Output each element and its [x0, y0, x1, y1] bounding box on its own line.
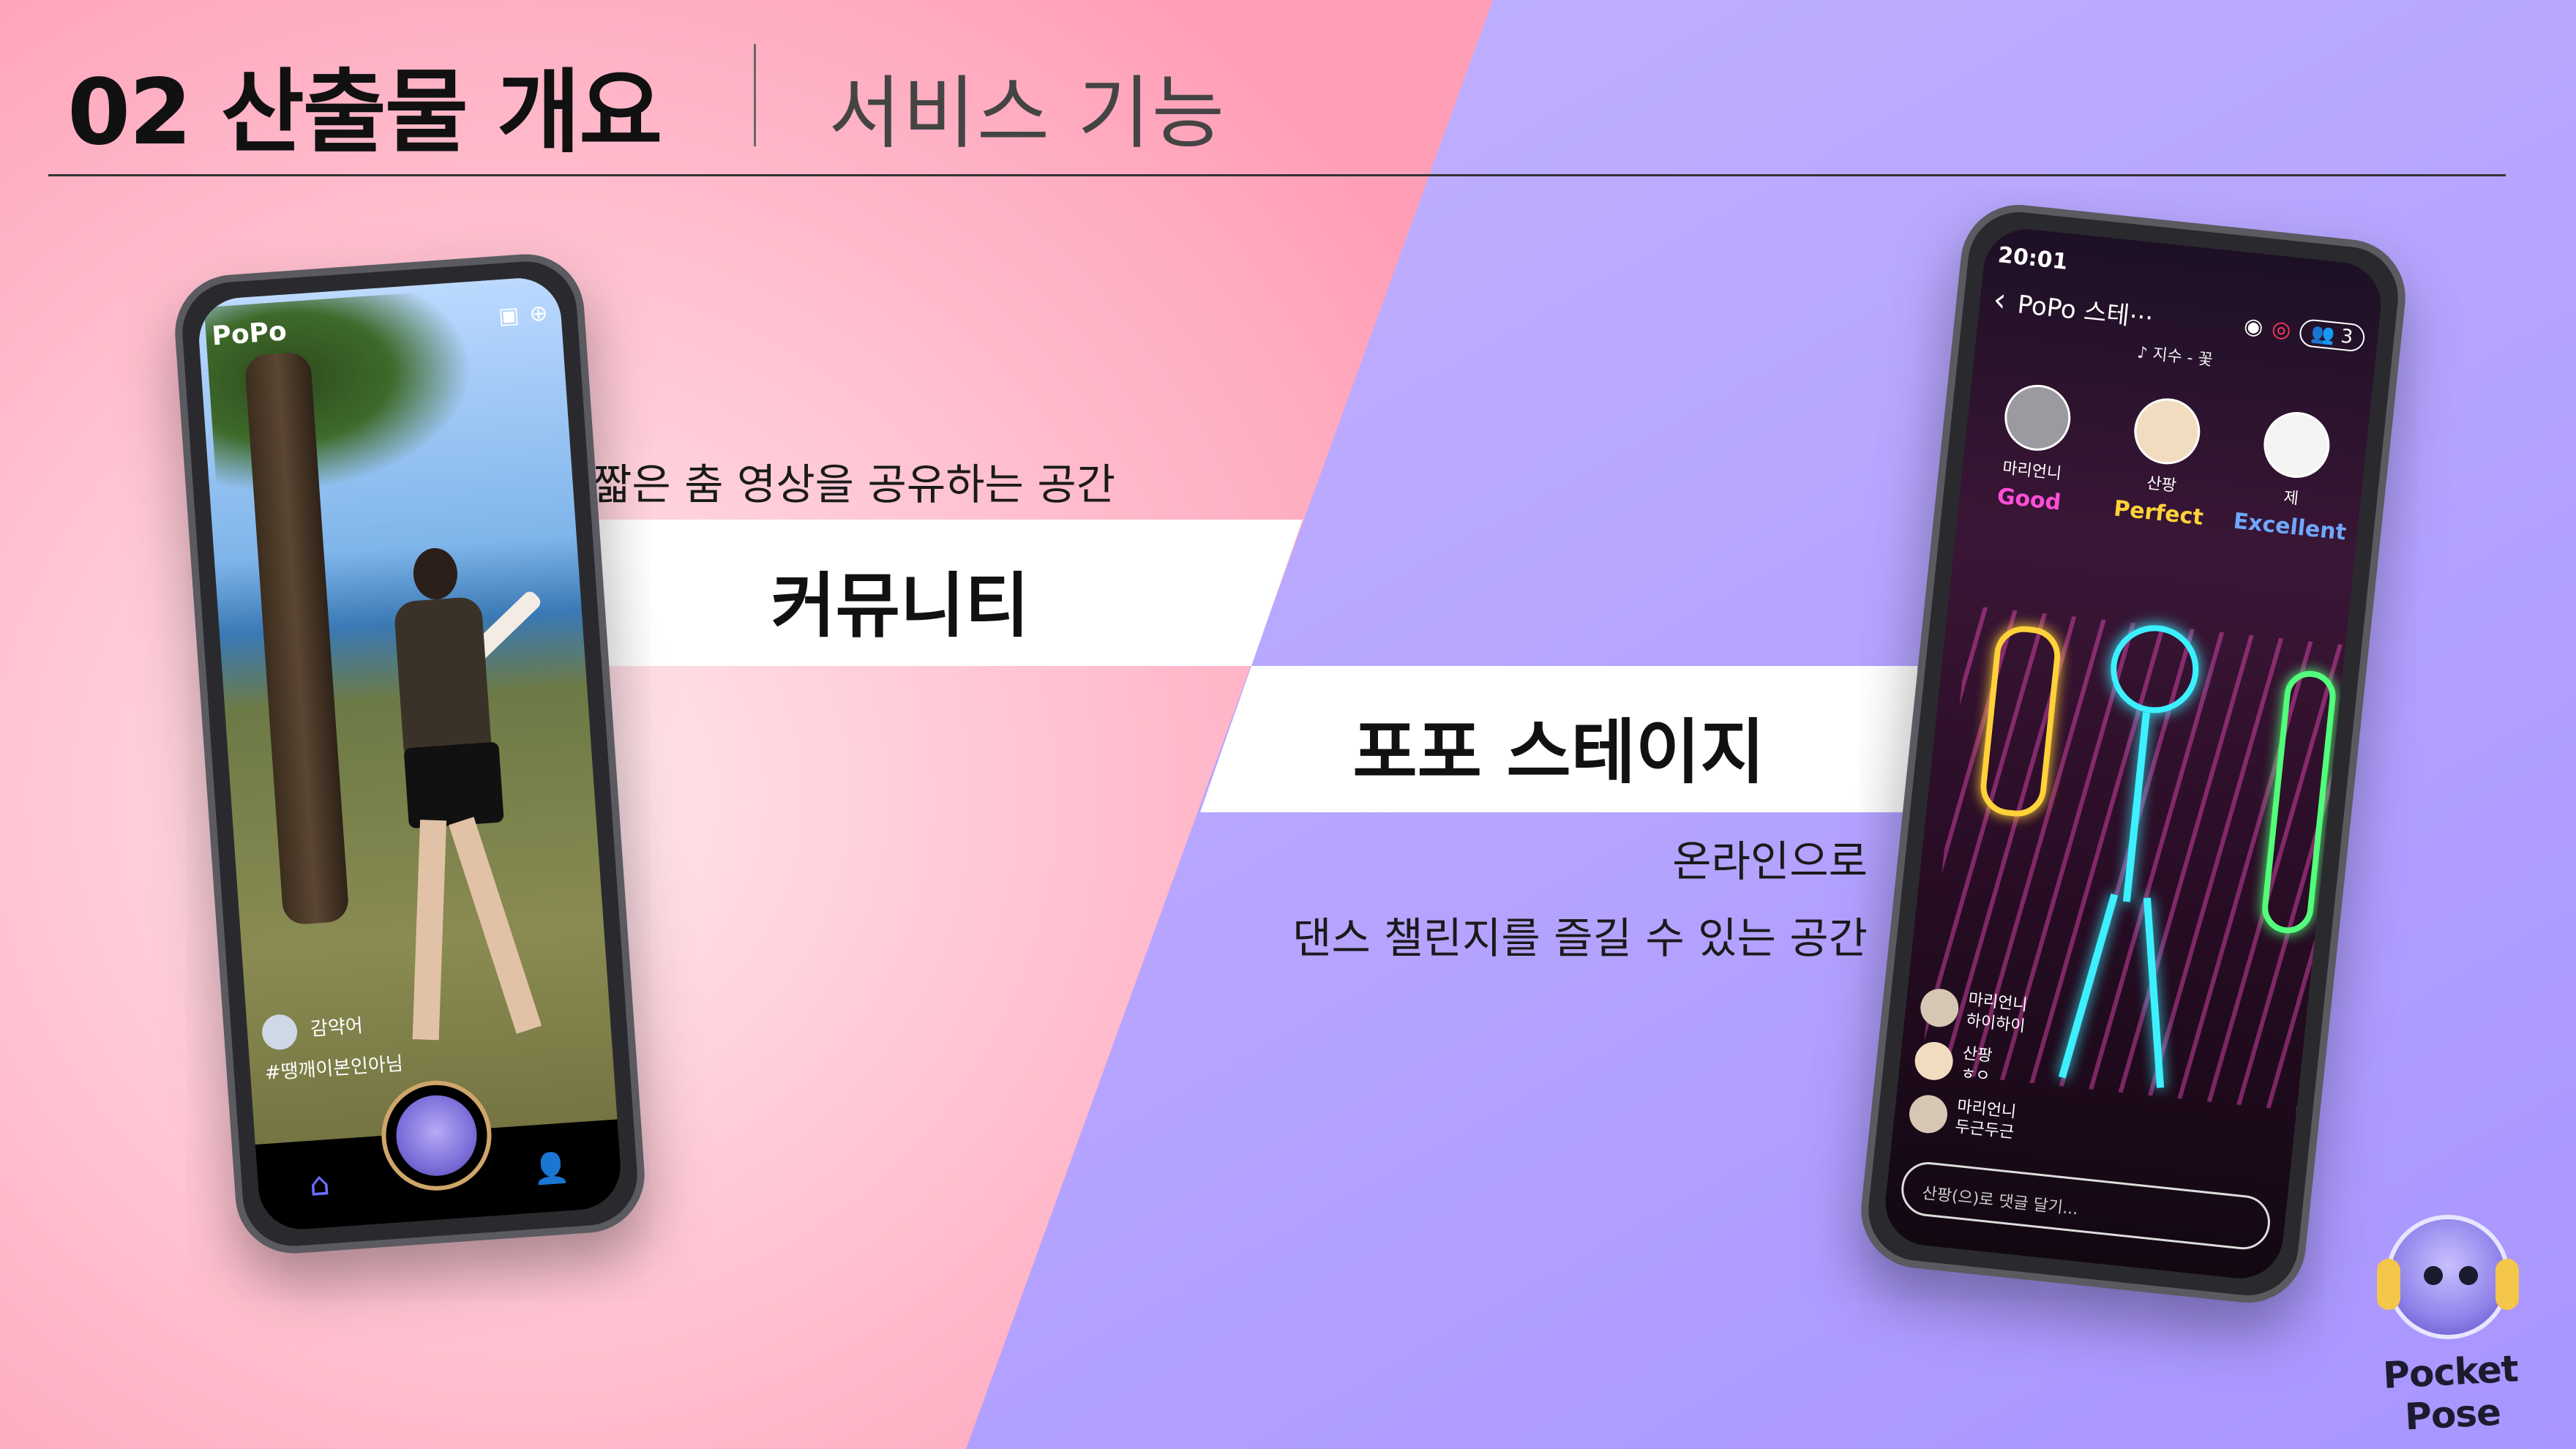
mascot-icon	[393, 1093, 480, 1179]
stage-screen: 20:01 ‹ PoPo 스테··· ◉ ◎ 👥 3 ♪ 지수 - 꽃 마리언니	[1881, 225, 2386, 1283]
room-title: PoPo 스테···	[2015, 290, 2154, 334]
participant-count: 3	[2340, 325, 2354, 348]
profile-icon[interactable]: 👤	[532, 1150, 571, 1186]
player-avatar	[2001, 381, 2074, 454]
avatar	[1907, 1093, 1950, 1136]
community-screen: PoPo ▣ ⊕ 감약어 #땡깨이본인아님 ⌂ 👤	[196, 275, 624, 1232]
logo-text: Pocket Pose	[2381, 1347, 2520, 1439]
player-name: 마리언니	[2002, 459, 2063, 484]
record-icon[interactable]: ◎	[2271, 316, 2293, 344]
community-caption: 짧은 춤 영상을 공유하는 공간	[593, 460, 1116, 509]
title-separator	[754, 44, 756, 146]
player-name: 제	[2283, 488, 2300, 509]
app-brand: PoPo	[211, 316, 288, 352]
chat-message: 산팡 ㅎㅇ	[1913, 1038, 2023, 1091]
chat-author: 산팡	[1961, 1044, 1993, 1066]
chat-text: ㅎㅇ	[1959, 1065, 1991, 1087]
gallery-icon[interactable]: ▣	[498, 302, 520, 329]
community-label: 커뮤니티	[771, 565, 1030, 647]
avatar	[261, 1013, 299, 1051]
avatar	[1918, 986, 1961, 1029]
participants-button[interactable]: 👥 3	[2298, 318, 2367, 353]
add-icon[interactable]: ⊕	[528, 300, 549, 327]
dancer	[361, 544, 544, 1079]
player-card[interactable]: 산팡 Perfect	[2103, 393, 2225, 532]
stage-label: 포포 스테이지	[1352, 711, 1765, 793]
video-author[interactable]: 감약어 #땡깨이본인아님	[261, 1006, 404, 1085]
player-card[interactable]: 마리언니 Good	[1973, 379, 2095, 518]
header-divider	[48, 174, 2506, 176]
player-avatar	[2260, 408, 2333, 482]
home-icon[interactable]: ⌂	[308, 1165, 331, 1204]
avatar	[1913, 1040, 1955, 1082]
mascot-icon	[2386, 1215, 2510, 1339]
player-avatar	[2130, 394, 2204, 468]
page-subtitle: 서비스 기능	[828, 68, 1227, 160]
headphone-right	[2496, 1259, 2519, 1310]
back-icon[interactable]: ‹	[1991, 281, 2008, 320]
player-card[interactable]: 제 Excellent	[2232, 406, 2354, 546]
page-title: 02 산출물 개요	[67, 60, 662, 165]
author-name: 감약어	[310, 1014, 364, 1041]
community-phone-mockup: PoPo ▣ ⊕ 감약어 #땡깨이본인아님 ⌂ 👤	[171, 250, 649, 1257]
headphone-left	[2377, 1259, 2400, 1310]
pocket-pose-logo: Pocket Pose	[2356, 1215, 2547, 1438]
stage-caption-line2: 댄스 챌린지를 즐길 수 있는 공간	[1292, 913, 1868, 963]
camera-icon[interactable]: ◉	[2243, 313, 2265, 341]
chat-list: 마리언니 하이하이 산팡 ㅎㅇ 마리언니 두근두근	[1907, 973, 2029, 1145]
people-icon: 👥	[2310, 321, 2337, 347]
player-name: 산팡	[2146, 473, 2178, 496]
chat-message: 마리언니 하이하이	[1918, 985, 2028, 1038]
stage-caption-line1: 온라인으로	[1672, 836, 1868, 886]
